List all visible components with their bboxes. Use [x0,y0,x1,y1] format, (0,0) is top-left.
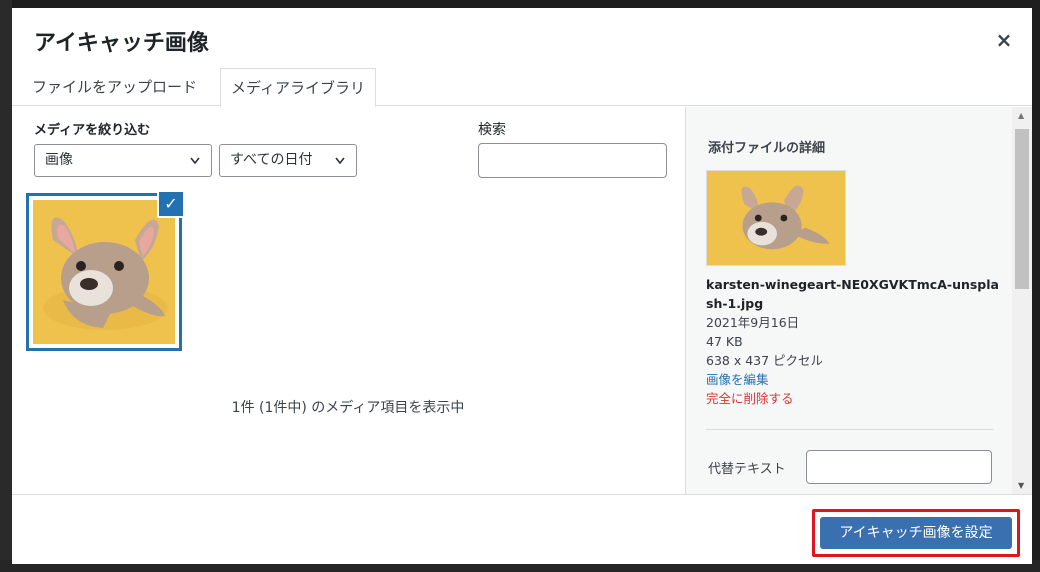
scroll-down-arrow-icon[interactable]: ▼ [1018,481,1024,490]
media-browser: メディアを絞り込む 画像 すべての日付 検索 ✓ 1件 (1件中) のメディア項… [12,107,684,494]
set-featured-image-button[interactable]: アイキャッチ画像を設定 [820,517,1012,549]
highlight-box: アイキャッチ画像を設定 [812,509,1020,557]
alt-text-label: 代替テキスト [708,462,786,477]
media-count-text: 1件 (1件中) のメディア項目を表示中 [231,400,465,416]
delete-permanently-link[interactable]: 完全に削除する [706,389,1001,408]
backdrop [0,0,12,572]
modal-title: アイキャッチ画像 [34,31,209,56]
filter-label: メディアを絞り込む [34,123,151,138]
featured-image-modal: アイキャッチ画像 × ファイルをアップロード メディアライブラリ メディアを絞り… [12,8,1032,564]
attachment-details-title: 添付ファイルの詳細 [708,141,826,156]
attachment-preview-image [706,170,846,266]
sidebar-scrollbar[interactable]: ▲ ▼ [1012,107,1032,494]
chevron-down-icon [189,145,201,188]
media-type-select[interactable]: 画像 [34,144,212,177]
search-input[interactable] [478,143,667,178]
edit-image-link[interactable]: 画像を編集 [706,370,1001,389]
search-label: 検索 [478,122,506,138]
modal-toolbar: アイキャッチ画像を設定 [12,494,1032,564]
attachment-details-sidebar: 添付ファイルの詳細 karsten-winegeart-NE0XGVKTmcA-… [685,107,1032,494]
date-filter-value: すべての日付 [230,152,313,168]
tab-media-library[interactable]: メディアライブラリ [220,68,376,107]
divider [706,429,994,430]
close-icon[interactable]: × [992,28,1016,52]
date-filter-select[interactable]: すべての日付 [219,144,357,177]
chevron-down-icon [334,145,346,188]
alt-text-input[interactable] [806,450,992,484]
media-type-value: 画像 [45,152,73,168]
attachment-dimensions: 638 x 437 ピクセル [706,353,824,368]
attachment-info: karsten-winegeart-NE0XGVKTmcA-unsplash-1… [706,275,1001,408]
attachment-date: 2021年9月16日 [706,315,800,330]
scrollbar-thumb[interactable] [1015,129,1029,289]
dog-photo-thumbnail [33,200,175,344]
selected-check-icon[interactable]: ✓ [157,190,185,218]
attachment-filename: karsten-winegeart-NE0XGVKTmcA-unsplash-1… [706,277,999,311]
tab-upload-files[interactable]: ファイルをアップロード [22,68,207,106]
scroll-up-arrow-icon[interactable]: ▲ [1018,111,1024,120]
attachment-filesize: 47 KB [706,334,743,349]
media-tabs: ファイルをアップロード メディアライブラリ [12,68,1032,107]
